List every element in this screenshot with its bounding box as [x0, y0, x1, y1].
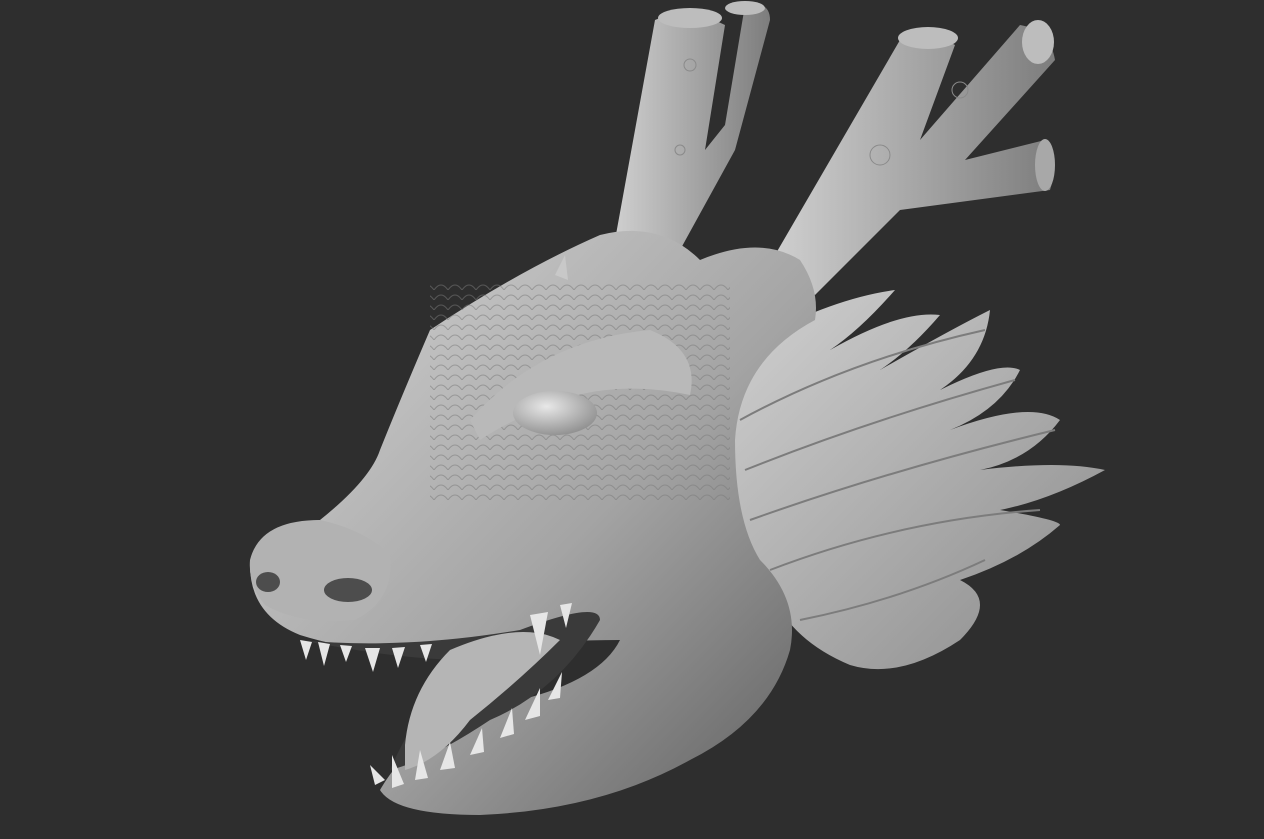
right-antler [775, 20, 1055, 295]
sculpt-viewport[interactable] [0, 0, 1264, 839]
nostril [324, 578, 372, 602]
eye [513, 391, 597, 435]
left-antler [615, 1, 770, 250]
nostril [256, 572, 280, 592]
dragon-head-model [249, 1, 1105, 816]
head [250, 230, 816, 816]
